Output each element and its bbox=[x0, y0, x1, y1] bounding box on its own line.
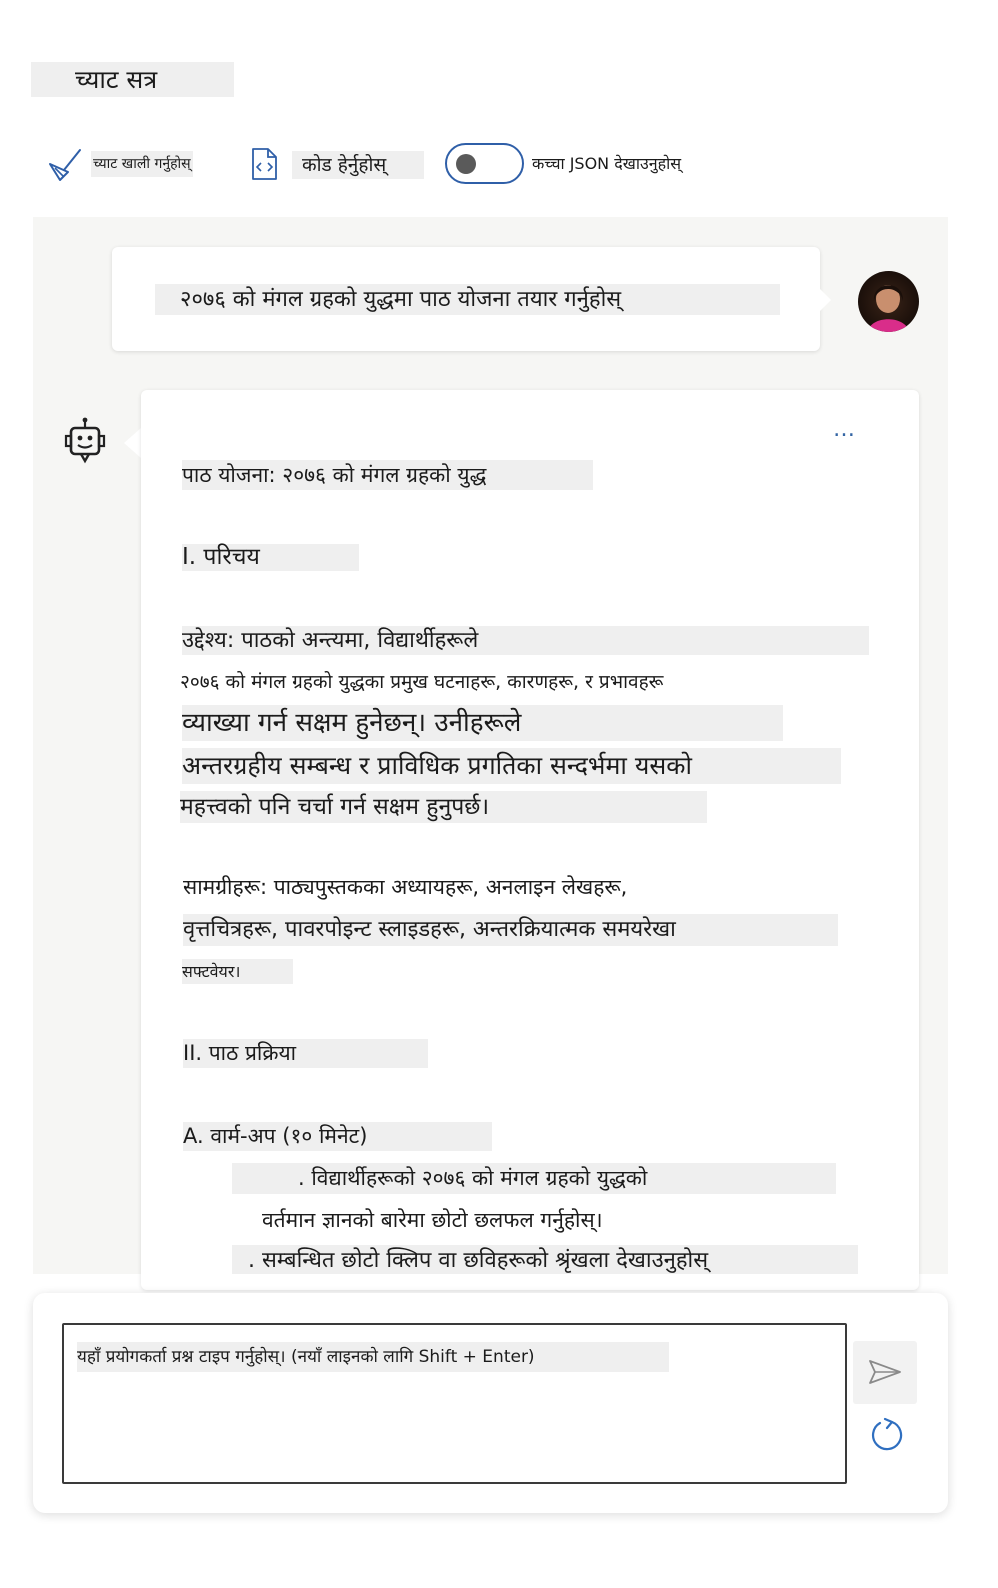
broom-icon[interactable] bbox=[46, 146, 82, 182]
assistant-line: II. पाठ प्रक्रिया bbox=[183, 1039, 428, 1068]
assistant-line: सामग्रीहरू: पाठ्यपुस्तकका अध्यायहरू, अनल… bbox=[183, 875, 628, 899]
assistant-line: वृत्तचित्रहरू, पावरपोइन्ट स्लाइडहरू, अन्… bbox=[183, 914, 838, 946]
view-code-button[interactable]: कोड हेर्नुहोस् bbox=[292, 151, 424, 179]
assistant-message: पाठ योजना: २०७६ को मंगल ग्रहको युद्ध I. … bbox=[0, 217, 998, 1274]
assistant-line: व्याख्या गर्न सक्षम हुनेछन्। उनीहरूले bbox=[182, 705, 783, 741]
assistant-line: I. परिचय bbox=[182, 544, 359, 571]
assistant-line: २०७६ को मंगल ग्रहको युद्धका प्रमुख घटनाह… bbox=[180, 671, 664, 693]
page-title: च्याट सत्र bbox=[31, 62, 234, 97]
assistant-line: . सम्बन्धित छोटो क्लिप वा छविहरूको श्रृं… bbox=[232, 1245, 858, 1274]
raw-json-label: कच्चा JSON देखाउनुहोस् bbox=[532, 154, 682, 173]
reset-button[interactable] bbox=[866, 1417, 904, 1455]
assistant-line: वर्तमान ज्ञानको बारेमा छोटो छलफल गर्नुहो… bbox=[262, 1208, 603, 1232]
refresh-icon bbox=[871, 1417, 903, 1451]
assistant-line: अन्तरग्रहीय सम्बन्ध र प्राविधिक प्रगतिका… bbox=[182, 748, 841, 784]
raw-json-toggle[interactable] bbox=[445, 143, 524, 184]
clear-chat-button[interactable]: च्याट खाली गर्नुहोस् bbox=[91, 151, 193, 177]
toggle-knob bbox=[456, 154, 476, 174]
assistant-line: पाठ योजना: २०७६ को मंगल ग्रहको युद्ध bbox=[182, 460, 593, 490]
assistant-line: सफ्टवेयर। bbox=[182, 959, 293, 984]
send-button[interactable] bbox=[853, 1341, 917, 1404]
assistant-line: . विद्यार्थीहरूको २०७६ को मंगल ग्रहको यु… bbox=[232, 1163, 836, 1194]
code-file-icon[interactable] bbox=[248, 146, 280, 182]
assistant-line: उद्देश्य: पाठको अन्त्यमा, विद्यार्थीहरूल… bbox=[182, 626, 869, 655]
question-placeholder: यहाँ प्रयोगकर्ता प्रश्न टाइप गर्नुहोस्। … bbox=[77, 1342, 669, 1372]
assistant-line: महत्त्वको पनि चर्चा गर्न सक्षम हुनुपर्छ। bbox=[180, 791, 707, 823]
assistant-line: A. वार्म-अप (१० मिनेट) bbox=[183, 1122, 492, 1151]
send-icon bbox=[869, 1360, 901, 1384]
